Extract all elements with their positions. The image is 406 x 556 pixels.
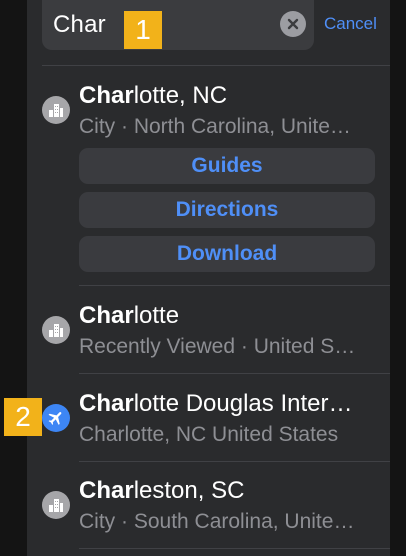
result-title: Charlotte — [79, 302, 377, 330]
right-edge — [390, 0, 406, 556]
city-icon — [42, 316, 70, 344]
result-subtitle: City · North Carolina, Unite… — [79, 115, 351, 138]
divider — [79, 548, 390, 549]
result-title: Charlotte, NC — [79, 82, 377, 110]
result-title: Charlotte Douglas Inter… — [79, 390, 377, 418]
search-input[interactable]: Char — [42, 0, 314, 50]
airplane-icon — [42, 404, 70, 432]
annotation-badge-1: 1 — [124, 11, 162, 49]
download-button[interactable]: Download — [79, 236, 375, 272]
title-match: Char — [79, 390, 134, 417]
title-rest: lotte — [133, 302, 180, 329]
title-match: Char — [79, 477, 134, 504]
divider — [79, 461, 390, 462]
result-title: Charleston, SC — [79, 477, 377, 505]
annotation-badge-2: 2 — [4, 398, 42, 436]
divider — [42, 65, 390, 66]
divider — [79, 373, 390, 374]
guides-button[interactable]: Guides — [79, 148, 375, 184]
result-subtitle: Charlotte, NC United States — [79, 423, 339, 446]
close-icon — [287, 18, 299, 30]
city-icon — [42, 96, 70, 124]
title-rest: leston, SC — [133, 477, 245, 504]
title-rest: lotte, NC — [133, 82, 228, 109]
search-query-text: Char — [53, 11, 106, 38]
title-rest: lotte Douglas Inter… — [133, 390, 353, 417]
city-icon — [42, 491, 70, 519]
left-edge — [0, 0, 27, 556]
result-subtitle: Recently Viewed · United S… — [79, 335, 356, 358]
clear-search-icon[interactable] — [280, 11, 306, 37]
directions-button[interactable]: Directions — [79, 192, 375, 228]
title-match: Char — [79, 82, 134, 109]
cancel-button[interactable]: Cancel — [324, 14, 377, 34]
result-subtitle: City · South Carolina, Unite… — [79, 510, 355, 533]
divider — [79, 285, 390, 286]
title-match: Char — [79, 302, 134, 329]
